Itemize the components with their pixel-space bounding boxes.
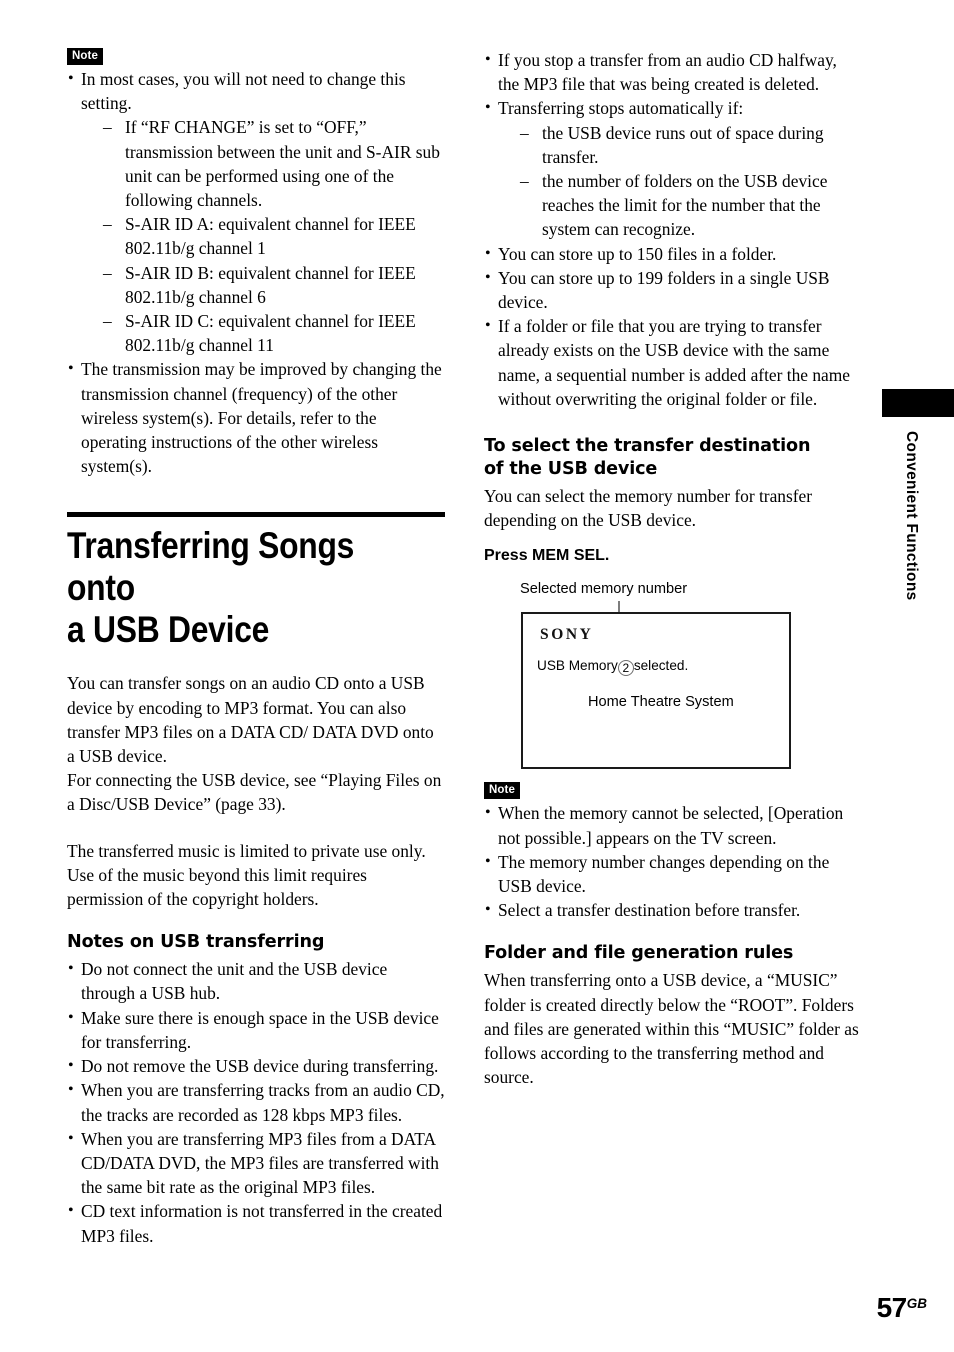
press-mem-sel-instruction: Press MEM SEL. xyxy=(484,547,610,565)
tv-subtitle: Home Theatre System xyxy=(588,694,734,711)
list-item: The transmission may be improved by chan… xyxy=(67,357,445,478)
intro-paragraph-3: The transferred music is limited to priv… xyxy=(67,840,426,910)
list-item-text: Transferring stops automatically if: xyxy=(498,98,744,119)
transfer-stop-sublist: the USB device runs out of space during … xyxy=(498,121,862,242)
left-note-list: In most cases, you will not need to chan… xyxy=(67,67,445,478)
tv-screen-figure: Selected memory number SONY USB Memory 2 s… xyxy=(484,580,862,780)
note-badge: Note xyxy=(484,782,520,800)
list-item: S-AIR ID B: equivalent channel for IEEE … xyxy=(101,261,445,309)
list-item: If you stop a transfer from an audio CD … xyxy=(484,48,862,96)
list-item: When you are transferring tracks from an… xyxy=(67,1078,445,1126)
list-item: the USB device runs out of space during … xyxy=(518,121,862,169)
notes-heading: Notes on USB transferring xyxy=(67,932,325,953)
list-item-text: In most cases, you will not need to chan… xyxy=(81,69,406,114)
list-item: Make sure there is enough space in the U… xyxy=(67,1006,445,1054)
select-destination-paragraph: You can select the memory number for tra… xyxy=(484,486,813,531)
page-title: Transferring Songs onto a USB Device xyxy=(67,525,355,651)
tv-screen-box: SONY USB Memory 2 selected. Home Theatre S… xyxy=(521,612,791,770)
select-destination-heading: To select the transfer destination of th… xyxy=(484,436,811,480)
list-item: The memory number changes depending on t… xyxy=(484,850,862,898)
page-region-code: GB xyxy=(906,1296,927,1311)
right-note-list: When the memory cannot be selected, [Ope… xyxy=(484,801,862,922)
chapter-side-tab: Convenient Functions xyxy=(882,389,954,601)
list-item: When you are transferring MP3 files from… xyxy=(67,1127,445,1200)
note-badge: Note xyxy=(67,48,103,65)
page-number: 57GB xyxy=(877,1289,927,1323)
list-item: If a folder or file that you are trying … xyxy=(484,314,862,411)
list-item: Transferring stops automatically if: the… xyxy=(484,96,862,241)
page-number-value: 57 xyxy=(876,1292,908,1323)
list-item: If “RF CHANGE” is set to “OFF,” transmis… xyxy=(101,115,445,212)
list-item: CD text information is not transferred i… xyxy=(67,1199,445,1247)
left-column: Note In most cases, you will not need to… xyxy=(67,46,445,1248)
tv-message-prefix: USB Memory xyxy=(537,658,618,674)
note-block-left: Note xyxy=(67,46,445,65)
list-item: Do not remove the USB device during tran… xyxy=(67,1054,445,1078)
tv-message-suffix: selected. xyxy=(633,658,689,674)
right-column: If you stop a transfer from an audio CD … xyxy=(484,46,862,1089)
folder-rules-paragraph: When transferring onto a USB device, a “… xyxy=(484,970,859,1088)
tv-message-line: USB Memory 2 selected. xyxy=(537,658,689,677)
intro-paragraph-2: For connecting the USB device, see “Play… xyxy=(67,770,442,815)
document-page: Note In most cases, you will not need to… xyxy=(0,0,954,1352)
circled-memory-number: 2 xyxy=(617,660,634,677)
chapter-rule xyxy=(67,512,445,518)
left-note-sublist: If “RF CHANGE” is set to “OFF,” transmis… xyxy=(81,115,445,357)
side-tab-bar xyxy=(882,389,954,417)
list-item: the number of folders on the USB device … xyxy=(518,169,862,242)
side-tab-label: Convenient Functions xyxy=(903,431,920,601)
intro-paragraph-1: You can transfer songs on an audio CD on… xyxy=(67,673,434,767)
list-item: In most cases, you will not need to chan… xyxy=(67,67,445,357)
list-item: You can store up to 150 files in a folde… xyxy=(484,242,862,266)
note-block-right: Note xyxy=(484,780,862,800)
list-item: S-AIR ID C: equivalent channel for IEEE … xyxy=(101,309,445,357)
figure-caption: Selected memory number xyxy=(520,581,688,598)
list-item: Do not connect the unit and the USB devi… xyxy=(67,957,445,1005)
folder-rules-heading: Folder and file generation rules xyxy=(484,943,794,964)
transfer-notes-list: If you stop a transfer from an audio CD … xyxy=(484,48,862,411)
list-item: S-AIR ID A: equivalent channel for IEEE … xyxy=(101,212,445,260)
sony-logo: SONY xyxy=(540,626,594,644)
list-item: Select a transfer destination before tra… xyxy=(484,898,862,922)
list-item: When the memory cannot be selected, [Ope… xyxy=(484,801,862,849)
notes-on-usb-list: Do not connect the unit and the USB devi… xyxy=(67,957,445,1247)
list-item: You can store up to 199 folders in a sin… xyxy=(484,266,862,314)
side-tab-label-wrap: Convenient Functions xyxy=(882,431,954,606)
